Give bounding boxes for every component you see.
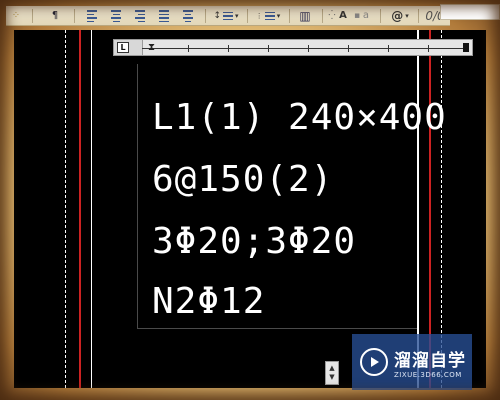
- align-center-icon[interactable]: [109, 8, 123, 24]
- mtext-line-side-rebar[interactable]: N2Φ12: [152, 284, 265, 320]
- ruler-tab-selector[interactable]: L: [114, 40, 143, 55]
- ruler-tick: [348, 45, 349, 52]
- align-left-icon[interactable]: [85, 8, 99, 24]
- symbol-label: @: [391, 9, 404, 23]
- mtext-ruler[interactable]: L ⧗: [113, 39, 473, 56]
- canvas-margin: [14, 30, 56, 388]
- indent-marker-icon[interactable]: ⧗: [148, 41, 155, 54]
- paragraph-mark-icon[interactable]: ¶: [46, 8, 64, 24]
- toolbar-separator: [74, 9, 75, 23]
- watermark-text: 溜溜自学 ZIXUE.3D66.COM: [394, 346, 466, 379]
- tab-type-button[interactable]: L: [117, 42, 129, 53]
- mtext-line-longitudinal-rebar[interactable]: 3Φ20;3Φ20: [152, 224, 356, 260]
- beam-edge-line: [91, 30, 92, 388]
- toolbar-separator: [32, 9, 33, 23]
- down-arrow-icon: ▼: [329, 373, 335, 381]
- toolbar-separator: [380, 9, 381, 23]
- up-arrow-icon: ▲: [329, 364, 335, 372]
- mtext-line-stirrup[interactable]: 6@150(2): [152, 162, 333, 198]
- toolbar-separator: [289, 9, 290, 23]
- uppercase-button[interactable]: A: [337, 8, 349, 24]
- mtext-line-beam-id[interactable]: L1(1) 240×400: [152, 100, 447, 136]
- toolbar-separator: [205, 9, 206, 23]
- beam-center-line: [79, 30, 81, 388]
- height-resize-handle[interactable]: ▲ ▼: [325, 361, 339, 385]
- text-formatting-toolbar: ⁘ ¶ ↕ ▾ ⋮ ▾ ▥ ⁛ A ▪ a @ ▾ 0/0: [6, 6, 450, 26]
- numbering-icon[interactable]: ⋮ ▾: [255, 8, 281, 24]
- watermark-title: 溜溜自学: [394, 350, 466, 371]
- toolbar-separator: [322, 9, 323, 23]
- ruler-width-handle[interactable]: [463, 43, 469, 52]
- distribute-icon[interactable]: [181, 8, 195, 24]
- toolbar-separator: [247, 9, 248, 23]
- toolbar-grip-icon: ⁘: [11, 10, 21, 21]
- watermark-badge: 溜溜自学 ZIXUE.3D66.COM: [352, 334, 472, 390]
- ruler-tick: [188, 45, 189, 52]
- ruler-tick: [228, 45, 229, 52]
- ruler-tick: [428, 45, 429, 52]
- align-right-icon[interactable]: [133, 8, 147, 24]
- ruler-tick: [308, 45, 309, 52]
- play-logo-icon: [360, 348, 388, 376]
- oblique-angle-input[interactable]: [440, 4, 500, 20]
- toolbar-separator: [418, 9, 419, 23]
- lowercase-button[interactable]: a: [361, 8, 371, 24]
- columns-icon[interactable]: ▥: [296, 8, 314, 24]
- insert-field-icon[interactable]: ⁛: [328, 8, 336, 24]
- ruler-tick: [388, 45, 389, 52]
- ruler-baseline: [142, 48, 466, 49]
- ruler-tick: [268, 45, 269, 52]
- symbol-button[interactable]: @ ▾: [388, 8, 412, 24]
- beam-edge-line: [65, 30, 66, 388]
- line-spacing-icon[interactable]: ↕ ▾: [213, 8, 239, 24]
- watermark-url: ZIXUE.3D66.COM: [394, 370, 462, 379]
- justify-icon[interactable]: [157, 8, 171, 24]
